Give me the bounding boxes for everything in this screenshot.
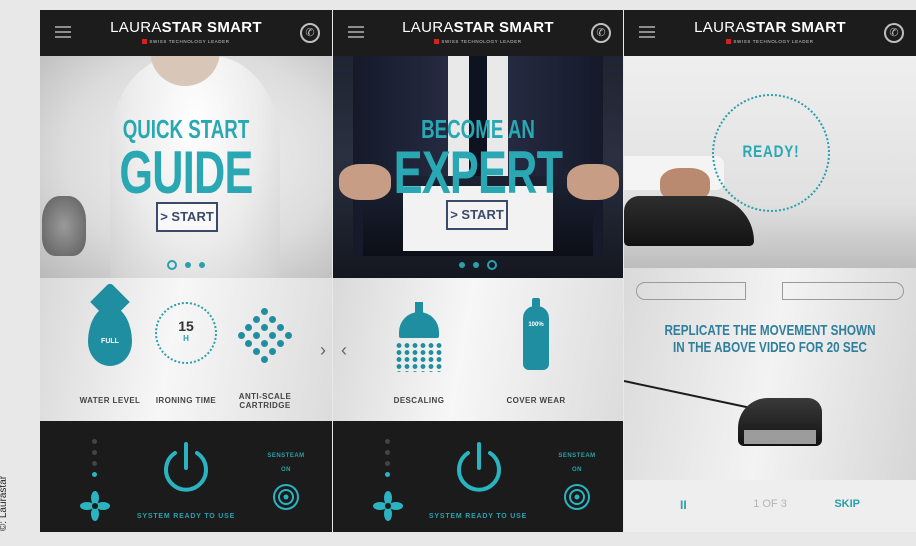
screen-quick-start: LAURASTAR SMART SWISS TECHNOLOGY LEADER … bbox=[40, 10, 332, 532]
skip-button[interactable]: SKIP bbox=[834, 498, 860, 510]
hero-title-line2: GUIDE bbox=[119, 139, 253, 206]
steam-icon[interactable] bbox=[272, 483, 300, 511]
hero-title-line2: EXPERT bbox=[393, 139, 563, 206]
photo-credit: ©: Laurastar bbox=[0, 475, 10, 532]
chevron-right-icon[interactable]: › bbox=[320, 340, 326, 361]
instruction-text: REPLICATE THE MOVEMENT SHOWN IN THE ABOV… bbox=[664, 322, 876, 356]
cover-wear: 100% COVER WEAR bbox=[506, 292, 565, 405]
iron-image bbox=[624, 196, 754, 246]
phone-icon[interactable]: ✆ bbox=[591, 23, 611, 43]
system-status: SYSTEM READY TO USE bbox=[136, 513, 236, 520]
bottle-icon: 100% bbox=[523, 298, 549, 372]
power-icon[interactable] bbox=[159, 441, 213, 495]
system-status: SYSTEM READY TO USE bbox=[428, 513, 528, 520]
brand-logo: LAURASTAR SMART bbox=[402, 19, 554, 36]
video-controls: II 1 OF 3 SKIP bbox=[624, 480, 916, 532]
brand-tagline: SWISS TECHNOLOGY LEADER bbox=[333, 39, 623, 45]
screen-become-expert: LAURASTAR SMART SWISS TECHNOLOGY LEADER … bbox=[333, 10, 623, 532]
brand-tagline: SWISS TECHNOLOGY LEADER bbox=[40, 39, 332, 45]
phone-icon[interactable]: ✆ bbox=[884, 23, 904, 43]
steam-status: SENSTEAM ON bbox=[558, 453, 596, 473]
shower-icon bbox=[391, 302, 447, 376]
status-panel: ‹ DESCALING 100% COVER WEAR bbox=[333, 278, 623, 421]
control-bar: SENSTEAM ON SYSTEM READY TO USE bbox=[40, 421, 332, 532]
water-drop-icon: FULL bbox=[88, 306, 132, 366]
carousel-dots[interactable] bbox=[40, 256, 332, 274]
start-button[interactable]: > START bbox=[446, 200, 508, 230]
video-area: READY! bbox=[624, 56, 916, 268]
ironing-time: 15 H IRONING TIME bbox=[155, 292, 217, 405]
steam-icon[interactable] bbox=[563, 483, 591, 511]
carousel-dots[interactable] bbox=[333, 256, 623, 274]
steam-level-indicator bbox=[385, 439, 391, 483]
screen-tutorial-video: LAURASTAR SMART SWISS TECHNOLOGY LEADER … bbox=[624, 10, 916, 532]
anti-scale-cartridge: ANTI-SCALE CARTRIDGE bbox=[238, 292, 292, 410]
status-panel: FULL WATER LEVEL 15 H IRONING TIME ANTI-… bbox=[40, 278, 332, 421]
chevron-left-icon[interactable]: ‹ bbox=[341, 340, 347, 361]
timer-icon: 15 H bbox=[155, 302, 217, 364]
app-screens: LAURASTAR SMART SWISS TECHNOLOGY LEADER … bbox=[40, 10, 916, 532]
direction-arrows bbox=[624, 282, 916, 302]
brand-tagline: SWISS TECHNOLOGY LEADER bbox=[624, 39, 916, 45]
steam-status: SENSTEAM ON bbox=[267, 453, 305, 473]
top-bar: LAURASTAR SMART SWISS TECHNOLOGY LEADER … bbox=[40, 10, 332, 56]
phone-icon[interactable]: ✆ bbox=[300, 23, 320, 43]
power-icon[interactable] bbox=[452, 441, 506, 495]
step-counter: 1 OF 3 bbox=[753, 498, 787, 510]
top-bar: LAURASTAR SMART SWISS TECHNOLOGY LEADER … bbox=[624, 10, 916, 56]
start-button[interactable]: > START bbox=[156, 202, 218, 232]
ready-label: READY! bbox=[742, 142, 800, 161]
water-level: FULL WATER LEVEL bbox=[80, 292, 140, 405]
control-bar: SENSTEAM ON SYSTEM READY TO USE bbox=[333, 421, 623, 532]
steam-level-indicator bbox=[92, 439, 98, 483]
descaling: DESCALING bbox=[391, 292, 447, 405]
cartridge-icon bbox=[238, 308, 292, 363]
hero-banner: QUICK START GUIDE > START bbox=[40, 56, 332, 278]
iron-image bbox=[42, 196, 86, 256]
top-bar: LAURASTAR SMART SWISS TECHNOLOGY LEADER … bbox=[333, 10, 623, 56]
hero-banner: BECOME AN EXPERT > START bbox=[333, 56, 623, 278]
brand-logo: LAURASTAR SMART bbox=[694, 19, 846, 36]
brand-logo: LAURASTAR SMART bbox=[110, 19, 262, 36]
